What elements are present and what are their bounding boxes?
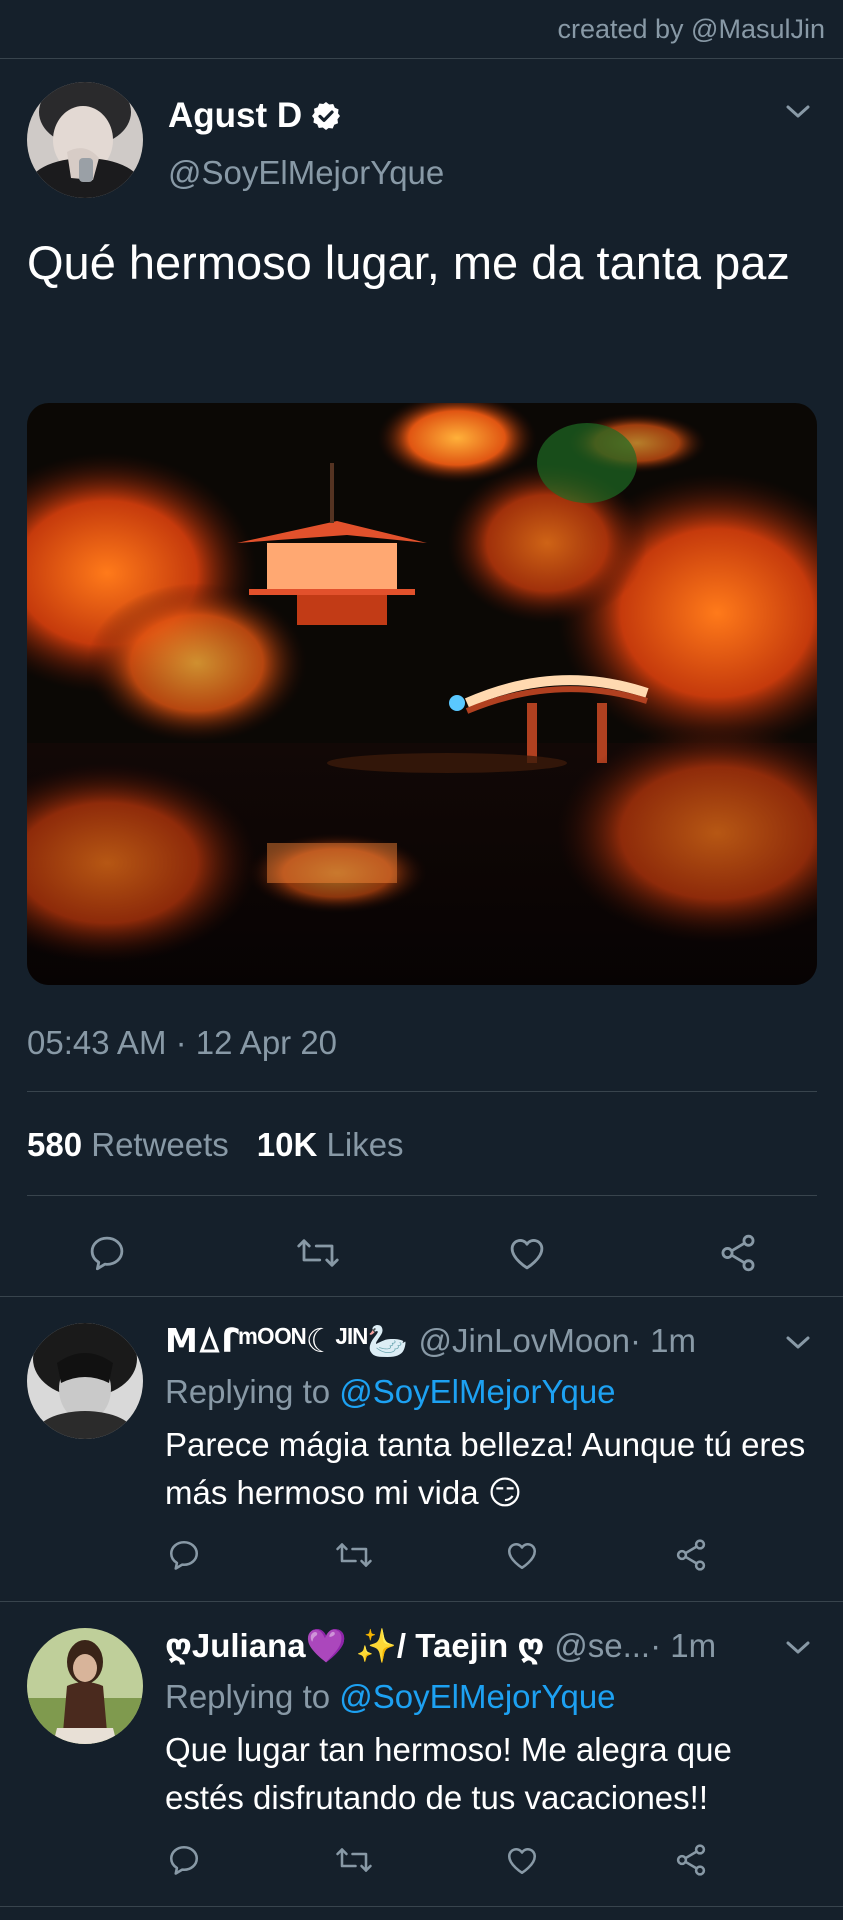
tweet-photo[interactable] xyxy=(27,403,817,985)
reply-action-bar xyxy=(0,1537,843,1577)
reply-header: ꓟꕔꓩᵐᴼᴼᴺ☾ᴶᴵᴺ🦢 @JinLovMoon · 1m xyxy=(165,1321,696,1361)
reply-action-bar xyxy=(0,1842,843,1882)
share-icon[interactable] xyxy=(673,1537,709,1573)
replying-to-link[interactable]: @SoyElMejorYque xyxy=(339,1373,615,1410)
tweet-text: Qué hermoso lugar, me da tanta paz xyxy=(27,236,790,289)
tweet-action-bar xyxy=(0,1228,843,1284)
reply-handle[interactable]: @JinLovMoon xyxy=(419,1322,630,1360)
retweet-icon[interactable] xyxy=(295,1232,341,1274)
top-divider xyxy=(0,58,843,59)
share-icon[interactable] xyxy=(716,1232,760,1274)
tweet-stats: 580 Retweets 10K Likes xyxy=(27,1126,404,1164)
like-icon[interactable] xyxy=(504,1842,540,1878)
reply-text: Que lugar tan hermoso! Me alegra que est… xyxy=(165,1731,732,1816)
tweet-timestamp[interactable]: 05:43 AM · 12 Apr 20 xyxy=(27,1024,337,1062)
reply-header: ღJuliana💜 ✨/ Taejin ღ @se... · 1m xyxy=(165,1626,716,1666)
reply-time[interactable]: · 1m xyxy=(650,1627,716,1665)
avatar[interactable] xyxy=(27,82,143,198)
avatar[interactable] xyxy=(27,1628,143,1744)
replying-to-prefix: Replying to xyxy=(165,1678,340,1715)
retweets-label: Retweets xyxy=(91,1126,229,1163)
replying-to-link[interactable]: @SoyElMejorYque xyxy=(339,1678,615,1715)
reply-text: Parece mágia tanta belleza! Aunque tú er… xyxy=(165,1426,806,1511)
reply-icon[interactable] xyxy=(86,1232,128,1274)
likes-stat[interactable]: 10K Likes xyxy=(257,1126,404,1164)
author-name-row[interactable]: Agust D xyxy=(168,96,342,136)
divider xyxy=(27,1195,817,1196)
share-icon[interactable] xyxy=(673,1842,709,1878)
like-icon[interactable] xyxy=(505,1232,549,1274)
reply-tweet[interactable]: ꓟꕔꓩᵐᴼᴼᴺ☾ᴶᴵᴺ🦢 @JinLovMoon · 1m Replying t… xyxy=(0,1297,843,1601)
chevron-down-icon[interactable] xyxy=(783,1638,813,1658)
replying-to: Replying to @SoyElMejorYque xyxy=(165,1678,616,1716)
like-icon[interactable] xyxy=(504,1537,540,1573)
chevron-down-icon[interactable] xyxy=(783,1333,813,1353)
watermark: created by @MasulJin xyxy=(557,14,825,44)
reply-icon[interactable] xyxy=(166,1842,202,1878)
author-display-name[interactable]: Agust D xyxy=(168,96,302,136)
retweets-count: 580 xyxy=(27,1126,83,1163)
reply-handle[interactable]: @se... xyxy=(554,1627,650,1665)
reply-tweet[interactable]: ღJuliana💜 ✨/ Taejin ღ @se... · 1m Replyi… xyxy=(0,1602,843,1906)
retweets-stat[interactable]: 580 Retweets xyxy=(27,1126,229,1164)
replying-to-prefix: Replying to xyxy=(165,1373,340,1410)
divider xyxy=(27,1091,817,1092)
avatar[interactable] xyxy=(27,1323,143,1439)
divider xyxy=(0,1906,843,1907)
reply-display-name[interactable]: ꓟꕔꓩᵐᴼᴼᴺ☾ᴶᴵᴺ🦢 xyxy=(165,1321,409,1361)
reply-display-name[interactable]: ღJuliana💜 ✨/ Taejin ღ xyxy=(165,1626,544,1666)
verified-badge-icon xyxy=(312,102,341,130)
chevron-down-icon[interactable] xyxy=(783,102,813,122)
likes-count: 10K xyxy=(256,1126,318,1163)
retweet-icon[interactable] xyxy=(334,1537,374,1573)
reply-time[interactable]: · 1m xyxy=(630,1322,696,1360)
author-handle[interactable]: @SoyElMejorYque xyxy=(168,154,444,192)
replying-to: Replying to @SoyElMejorYque xyxy=(165,1373,616,1411)
likes-label: Likes xyxy=(326,1126,404,1163)
retweet-icon[interactable] xyxy=(334,1842,374,1878)
reply-icon[interactable] xyxy=(166,1537,202,1573)
